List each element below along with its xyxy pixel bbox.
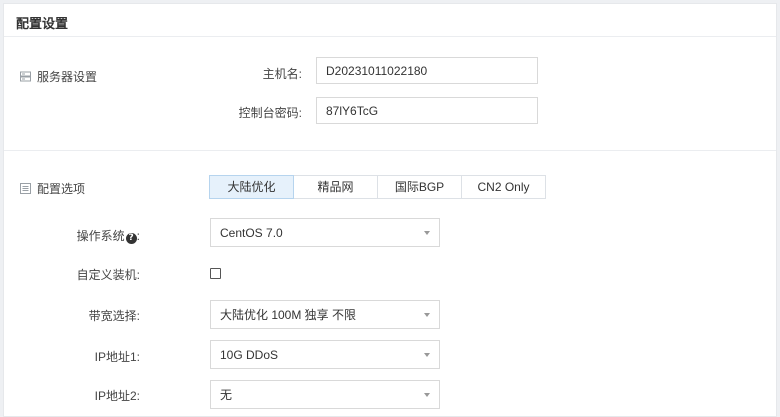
help-icon[interactable]: ? — [125, 233, 137, 244]
bandwidth-label: 带宽选择: — [88, 309, 140, 323]
ip1-select-value: 10G DDoS — [220, 347, 279, 362]
page-title: 配置设置 — [16, 16, 69, 31]
ip2-label: IP地址2: — [94, 389, 140, 403]
hostname-label: 主机名: — [262, 67, 302, 81]
os-select[interactable]: CentOS 7.0 — [210, 218, 440, 247]
line-type-tabs: 大陆优化 精品网 国际BGP CN2 Only — [209, 175, 546, 199]
config-section-title: 配置选项 — [37, 182, 86, 196]
panel-header: 配置设置 — [4, 4, 776, 37]
chevron-down-icon — [424, 392, 430, 397]
ip2-select-value: 无 — [220, 388, 233, 402]
bandwidth-select-value: 大陆优化 100M 独享 不限 — [220, 308, 357, 322]
custom-install-label: 自定义装机: — [76, 268, 140, 282]
chevron-down-icon — [424, 312, 430, 317]
section-divider — [4, 150, 776, 151]
hostname-input[interactable] — [316, 57, 538, 84]
bandwidth-select[interactable]: 大陆优化 100M 独享 不限 — [210, 300, 440, 329]
os-label-colon: : — [136, 229, 140, 243]
os-select-value: CentOS 7.0 — [220, 225, 283, 240]
server-section-title: 服务器设置 — [37, 70, 98, 84]
console-password-input[interactable] — [316, 97, 538, 124]
server-icon — [20, 71, 31, 82]
chevron-down-icon — [424, 352, 430, 357]
custom-install-checkbox[interactable] — [210, 268, 221, 279]
os-label: 操作系统?: — [4, 227, 140, 244]
server-section-label: 服务器设置 — [20, 68, 97, 85]
ip1-select[interactable]: 10G DDoS — [210, 340, 440, 369]
list-icon — [20, 183, 31, 194]
tab-premium-network[interactable]: 精品网 — [293, 175, 378, 199]
config-section-label: 配置选项 — [20, 180, 85, 197]
tab-cn2-only[interactable]: CN2 Only — [461, 175, 546, 199]
tab-international-bgp[interactable]: 国际BGP — [377, 175, 462, 199]
config-panel: 配置设置 服务器设置 主机名: 控制台密码: 配置选项 大陆优化 精品网 国际B… — [3, 3, 777, 417]
ip1-label: IP地址1: — [94, 350, 140, 364]
console-password-label: 控制台密码: — [238, 106, 302, 120]
tab-mainland-optimized[interactable]: 大陆优化 — [209, 175, 294, 199]
chevron-down-icon — [424, 230, 430, 235]
os-label-text: 操作系统 — [76, 229, 125, 243]
ip2-select[interactable]: 无 — [210, 380, 440, 409]
